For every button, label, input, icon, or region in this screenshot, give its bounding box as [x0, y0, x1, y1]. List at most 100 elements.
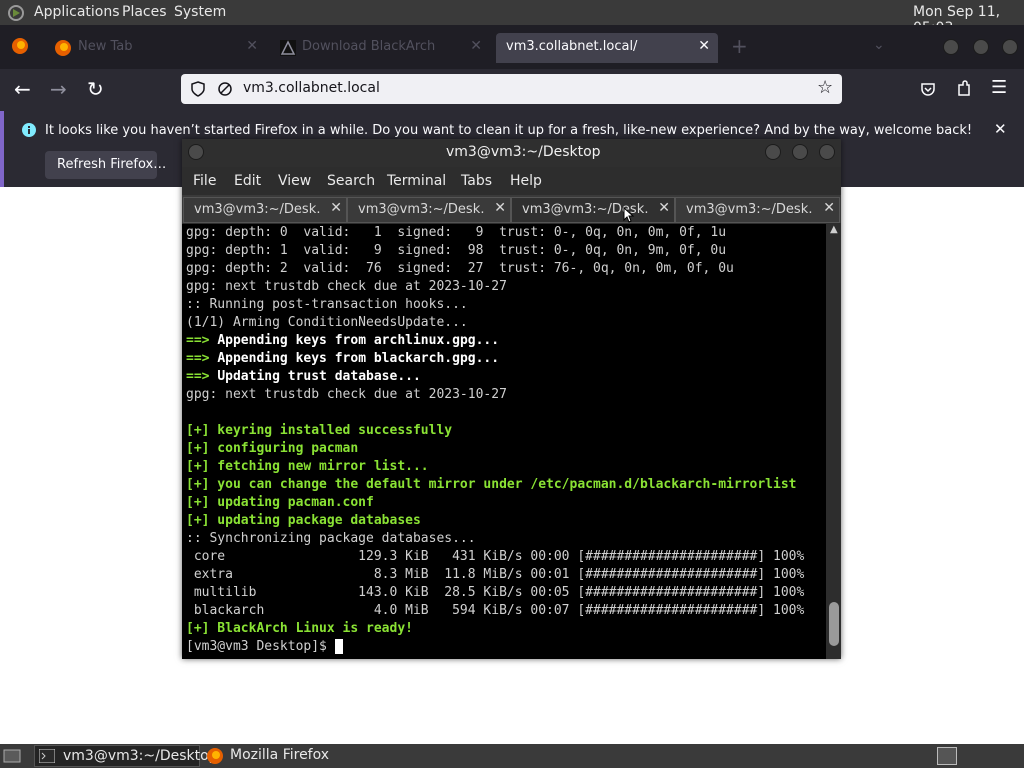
show-desktop-icon[interactable]	[3, 748, 21, 764]
firefox-icon	[207, 748, 223, 764]
menu-edit[interactable]: Edit	[234, 173, 261, 189]
terminal-tab-3[interactable]: vm3@vm3:~/Desk… ✕	[511, 197, 675, 223]
refresh-firefox-button[interactable]: Refresh Firefox…	[45, 151, 166, 179]
bottom-panel: vm3@vm3:~/Desktop Mozilla Firefox	[0, 744, 1024, 768]
terminal-title: vm3@vm3:~/Desktop	[446, 144, 601, 160]
menu-view[interactable]: View	[278, 173, 311, 189]
close-icon[interactable]: ✕	[470, 38, 482, 54]
firefox-view-icon[interactable]	[11, 37, 29, 55]
terminal-tab-2[interactable]: vm3@vm3:~/Desk… ✕	[347, 197, 511, 223]
terminal-scrollbar[interactable]: ▲	[827, 224, 841, 659]
terminal-line: blackarch 4.0 MiB 594 KiB/s 00:07 [#####…	[186, 603, 805, 618]
terminal-line: [+] updating pacman.conf	[186, 495, 374, 510]
terminal-line: [+] BlackArch Linux is ready!	[186, 621, 413, 636]
menu-places[interactable]: Places	[122, 4, 167, 20]
terminal-window[interactable]: vm3@vm3:~/Desktop File Edit View Search …	[182, 139, 841, 659]
page-info-icon[interactable]	[217, 81, 233, 97]
terminal-line: [vm3@vm3 Desktop]$	[186, 639, 335, 654]
tab-label: New Tab	[78, 39, 133, 54]
tab-download-blackarch[interactable]: Download BlackArch ✕	[272, 33, 490, 63]
terminal-line: ==> Updating trust database...	[186, 369, 421, 384]
distro-logo-icon[interactable]	[7, 4, 25, 22]
terminal-line: gpg: depth: 2 valid: 76 signed: 27 trust…	[186, 261, 734, 276]
terminal-text: gpg: depth: 0 valid: 1 signed: 9 trust: …	[186, 224, 804, 656]
minimize-icon[interactable]	[765, 144, 781, 160]
terminal-menu-bar: File Edit View Search Terminal Tabs Help	[182, 167, 841, 195]
terminal-line: gpg: next trustdb check due at 2023-10-2…	[186, 387, 507, 402]
minimize-icon[interactable]	[943, 39, 959, 55]
button-label: Refresh Firefox…	[57, 157, 167, 172]
close-icon[interactable]: ✕	[698, 38, 710, 54]
menu-tabs[interactable]: Tabs	[461, 173, 492, 189]
scrollbar-thumb[interactable]	[829, 602, 839, 646]
terminal-line: gpg: next trustdb check due at 2023-10-2…	[186, 279, 507, 294]
shield-icon[interactable]	[190, 81, 206, 97]
window-menu-icon[interactable]	[188, 144, 204, 160]
tab-label: vm3.collabnet.local/	[506, 39, 638, 54]
taskbar-item-terminal[interactable]: vm3@vm3:~/Desktop	[34, 745, 218, 767]
extensions-icon[interactable]	[956, 80, 972, 98]
firefox-icon	[55, 40, 71, 56]
pocket-icon[interactable]	[920, 81, 936, 97]
close-notification-icon[interactable]: ✕	[994, 120, 1007, 138]
terminal-line: :: Running post-transaction hooks...	[186, 297, 468, 312]
url-bar[interactable]: vm3.collabnet.local ☆	[181, 74, 842, 104]
menu-terminal[interactable]: Terminal	[387, 173, 446, 189]
menu-search[interactable]: Search	[327, 173, 375, 189]
forward-arrow-icon[interactable]: →	[50, 77, 67, 101]
taskbar-label: vm3@vm3:~/Desktop	[63, 748, 218, 764]
notification-message: It looks like you haven’t started Firefo…	[45, 123, 973, 138]
terminal-line: [+] you can change the default mirror un…	[186, 477, 797, 492]
terminal-icon	[39, 749, 55, 763]
taskbar-item-firefox[interactable]: Mozilla Firefox	[202, 745, 368, 767]
terminal-line: [+] fetching new mirror list...	[186, 459, 429, 474]
reload-icon[interactable]: ↻	[87, 77, 104, 101]
terminal-line: :: Synchronizing package databases...	[186, 531, 476, 546]
close-icon[interactable]: ✕	[658, 200, 670, 216]
tab-label: vm3@vm3:~/Desk…	[358, 202, 486, 217]
terminal-tab-1[interactable]: vm3@vm3:~/Desk… ✕	[183, 197, 347, 223]
terminal-output[interactable]: gpg: depth: 0 valid: 1 signed: 9 trust: …	[182, 224, 826, 659]
terminal-line: core 129.3 KiB 431 KiB/s 00:00 [########…	[186, 549, 805, 564]
tab-label: vm3@vm3:~/Desk…	[194, 202, 322, 217]
close-icon[interactable]: ✕	[494, 200, 506, 216]
maximize-icon[interactable]	[973, 39, 989, 55]
tab-label: vm3@vm3:~/Desk…	[686, 202, 814, 217]
tab-label: Download BlackArch	[302, 39, 436, 54]
close-icon[interactable]: ✕	[823, 200, 835, 216]
terminal-title-bar[interactable]: vm3@vm3:~/Desktop	[182, 139, 841, 167]
scroll-up-icon[interactable]: ▲	[830, 224, 838, 235]
list-tabs-chevron-icon[interactable]: ⌄	[873, 37, 885, 53]
maximize-icon[interactable]	[792, 144, 808, 160]
mouse-cursor-icon	[623, 207, 635, 223]
firefox-tab-bar: New Tab ✕ Download BlackArch ✕ vm3.colla…	[0, 25, 1024, 69]
terminal-line: multilib 143.0 KiB 28.5 KiB/s 00:05 [###…	[186, 585, 805, 600]
close-icon[interactable]: ✕	[246, 38, 258, 54]
menu-file[interactable]: File	[193, 173, 216, 189]
bookmark-star-icon[interactable]: ☆	[817, 77, 833, 98]
close-window-icon[interactable]	[1002, 39, 1018, 55]
close-icon[interactable]: ✕	[330, 200, 342, 216]
close-window-icon[interactable]	[819, 144, 835, 160]
terminal-tab-4[interactable]: vm3@vm3:~/Desk… ✕	[675, 197, 840, 223]
new-tab-plus-icon[interactable]: +	[731, 34, 748, 58]
menu-help[interactable]: Help	[510, 173, 542, 189]
terminal-cursor	[334, 639, 343, 654]
hamburger-menu-icon[interactable]: ☰	[991, 77, 1007, 98]
menu-applications[interactable]: Applications	[34, 4, 120, 20]
terminal-tab-bar: vm3@vm3:~/Desk… ✕ vm3@vm3:~/Desk… ✕ vm3@…	[182, 195, 841, 223]
menu-system[interactable]: System	[174, 4, 226, 20]
taskbar-label: Mozilla Firefox	[230, 747, 330, 763]
blackarch-icon	[280, 40, 296, 56]
terminal-line: gpg: depth: 1 valid: 9 signed: 98 trust:…	[186, 243, 727, 258]
workspace-switcher-icon[interactable]	[937, 747, 957, 765]
tab-new-tab[interactable]: New Tab ✕	[48, 33, 266, 63]
tab-vm3-collabnet[interactable]: vm3.collabnet.local/ ✕	[496, 33, 718, 63]
terminal-line: extra 8.3 MiB 11.8 MiB/s 00:01 [########…	[186, 567, 805, 582]
terminal-line: ==> Appending keys from blackarch.gpg...	[186, 351, 500, 366]
terminal-line: [+] configuring pacman	[186, 441, 359, 456]
url-text[interactable]: vm3.collabnet.local	[243, 80, 380, 96]
terminal-line: ==> Appending keys from archlinux.gpg...	[186, 333, 500, 348]
back-arrow-icon[interactable]: ←	[14, 77, 31, 101]
terminal-line: (1/1) Arming ConditionNeedsUpdate...	[186, 315, 468, 330]
